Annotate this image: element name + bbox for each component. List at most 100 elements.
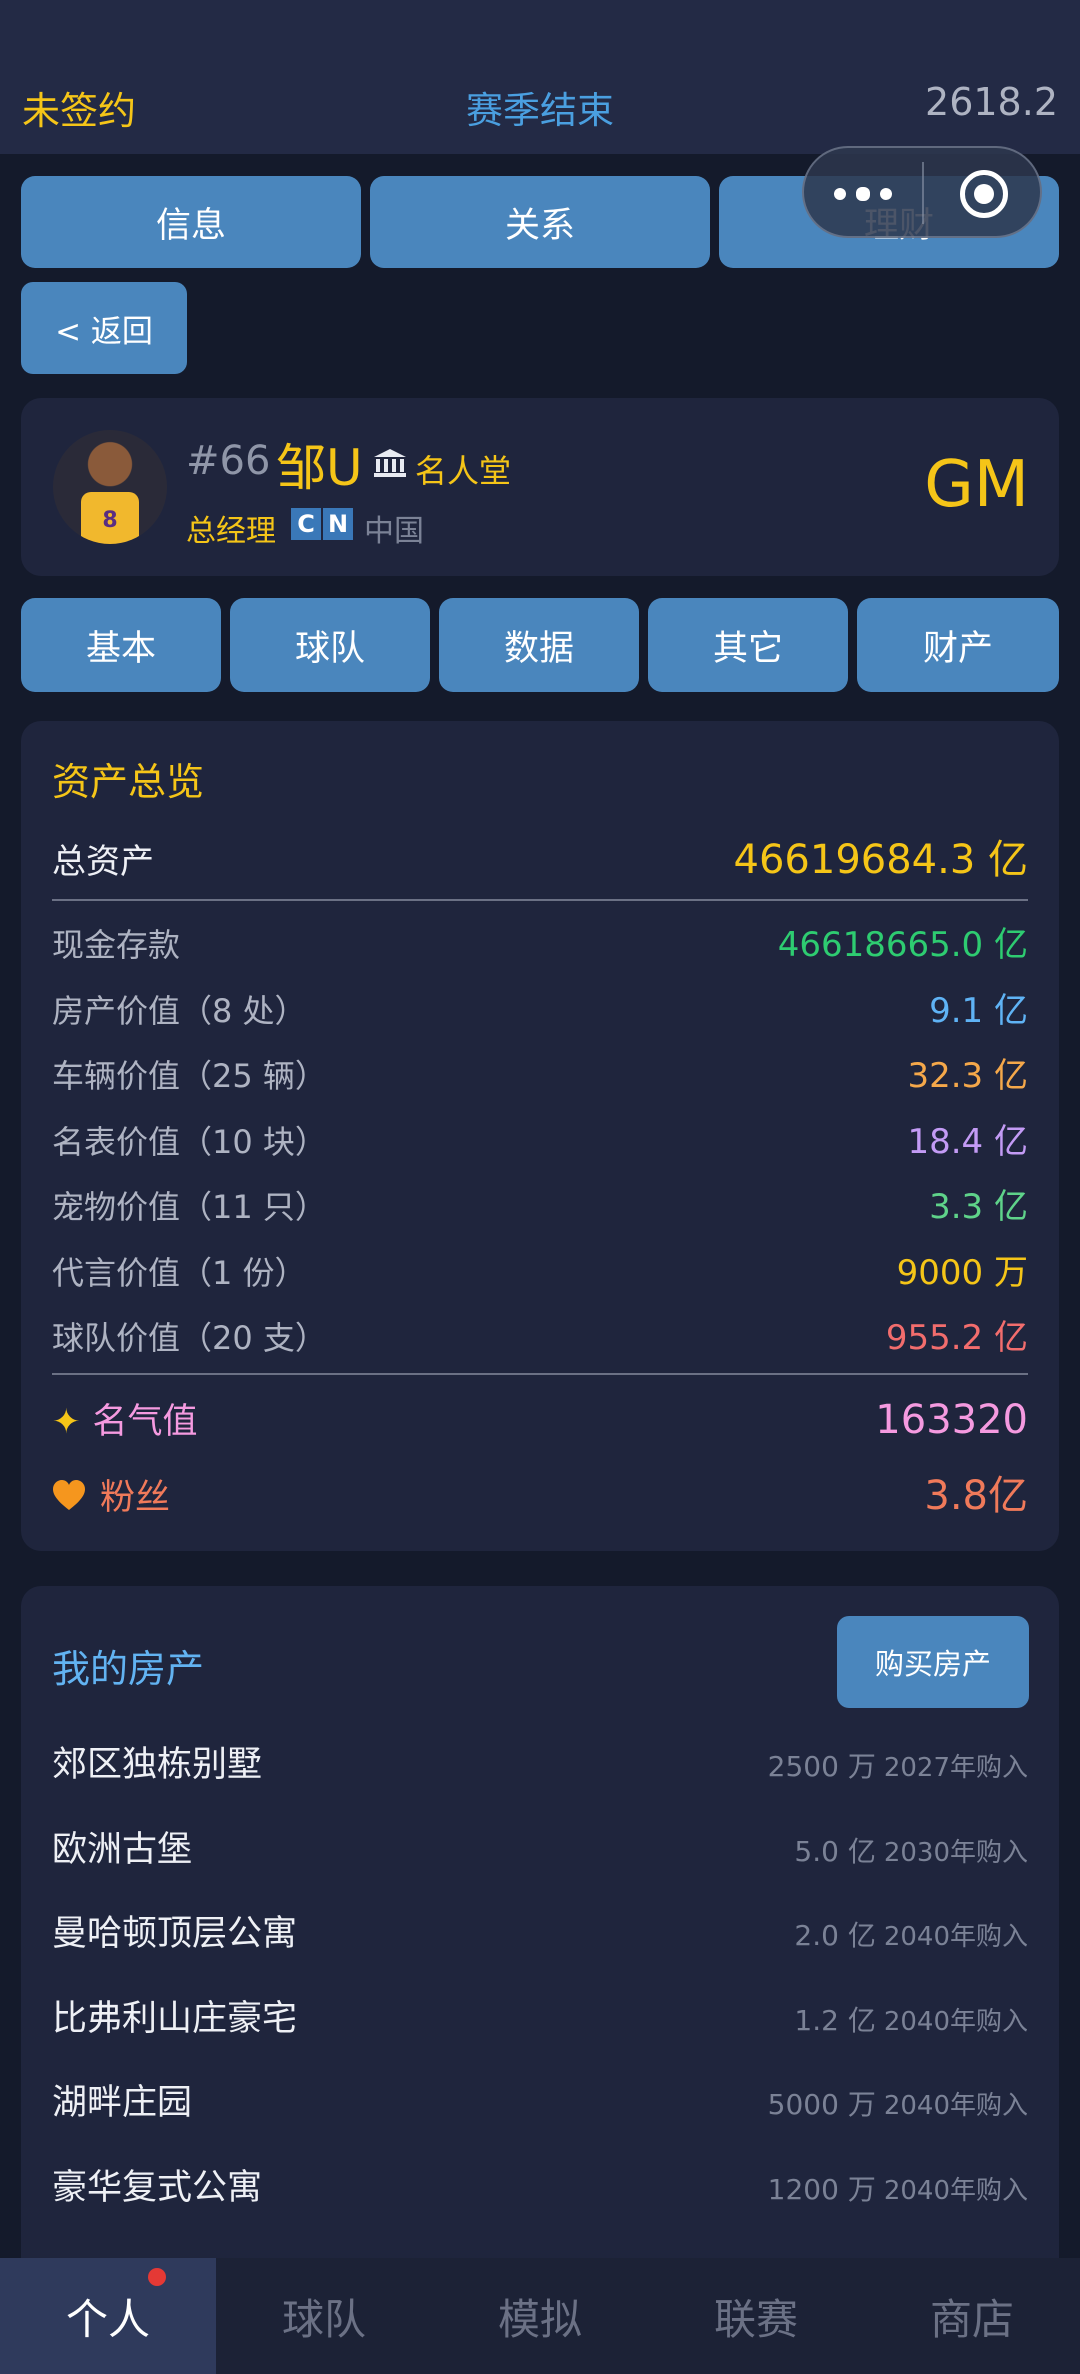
fans-label-wrap: 粉丝	[52, 1469, 170, 1520]
property-row[interactable]: 欧洲古堡 5.0 亿 2030年购入	[52, 1821, 1028, 1872]
total-assets-label: 总资产	[52, 842, 154, 882]
nav-simulate[interactable]: 模拟	[432, 2258, 648, 2374]
property-year: 2040年购入	[883, 2091, 1028, 2122]
tab-info[interactable]: 信息	[21, 176, 361, 268]
fame-value: 163320	[875, 1397, 1028, 1443]
property-price: 1200 万	[767, 2173, 876, 2206]
asset-row: 车辆价值（25 辆） 32.3 亿	[52, 1048, 1028, 1097]
asset-row: 名表价值（10 块） 18.4 亿	[52, 1114, 1028, 1163]
balance-value: 2618.2	[925, 80, 1058, 124]
assets-title: 资产总览	[52, 760, 205, 804]
sparkle-icon: ✦	[52, 1402, 81, 1442]
fans-value: 3.8亿	[924, 1473, 1028, 1519]
property-row[interactable]: 曼哈顿顶层公寓 2.0 亿 2040年购入	[52, 1905, 1028, 1956]
property-price: 2500 万	[767, 1750, 876, 1783]
flag-letter: C	[291, 508, 321, 540]
tab-basic[interactable]: 基本	[21, 598, 221, 692]
property-year: 2030年购入	[883, 1837, 1028, 1868]
properties-card: 我的房产 购买房产 郊区独栋别墅 2500 万 2027年购入 欧洲古堡 5.0 亿 20…	[21, 1586, 1059, 2374]
buy-property-button[interactable]: 购买房产	[837, 1616, 1029, 1708]
asset-value: 9.1 亿	[929, 990, 1028, 1031]
property-meta: 2500 万 2027年购入	[768, 1745, 1028, 1785]
tab-relations[interactable]: 关系	[370, 176, 710, 268]
property-name: 豪华复式公寓	[52, 2168, 263, 2208]
property-price: 5000 万	[767, 2088, 876, 2122]
nav-personal[interactable]: 个人	[0, 2258, 216, 2374]
asset-value: 32.3 亿	[907, 1056, 1028, 1096]
nav-label: 商店	[929, 2294, 1014, 2344]
property-meta: 2.0 亿 2040年购入	[794, 1914, 1028, 1954]
total-assets-row: 总资产 46619684.3 亿	[52, 827, 1028, 885]
asset-value: 955.2 亿	[885, 1318, 1028, 1358]
property-year: 2027年购入	[883, 1753, 1028, 1783]
property-row[interactable]: 湖畔庄园 5000 万 2040年购入	[52, 2074, 1028, 2125]
property-year: 2040年购入	[883, 2006, 1028, 2037]
asset-label: 车辆价值（25 辆）	[52, 1057, 327, 1095]
role-label: 总经理	[186, 514, 276, 549]
bottom-navigation: 个人 球队 模拟 联赛 商店	[0, 2258, 1080, 2374]
country-label: 中国	[364, 514, 424, 549]
season-status: 赛季结束	[466, 89, 614, 132]
asset-value: 46618665.0 亿	[777, 925, 1028, 965]
property-name: 比弗利山庄豪宅	[52, 1998, 298, 2039]
property-row[interactable]: 郊区独栋别墅 2500 万 2027年购入	[52, 1736, 1028, 1787]
jersey-number: 8	[102, 508, 118, 533]
nav-shop[interactable]: 商店	[864, 2258, 1080, 2374]
fame-label: 名气值	[92, 1402, 198, 1442]
divider	[52, 1373, 1028, 1375]
nav-league[interactable]: 联赛	[648, 2258, 864, 2374]
asset-label: 房产价值（8 处）	[52, 991, 307, 1030]
asset-label: 现金存款	[52, 926, 181, 964]
nav-team[interactable]: 球队	[216, 2258, 432, 2374]
asset-row: 球队价值（20 支） 955.2 亿	[52, 1310, 1028, 1359]
sub-tab-row: 基本 球队 数据 其它 财产	[21, 598, 1059, 692]
nav-label: 球队	[281, 2294, 366, 2344]
tab-data[interactable]: 数据	[439, 598, 639, 692]
property-name: 郊区独栋别墅	[52, 1745, 263, 1785]
fame-row: ✦ 名气值 163320	[52, 1393, 1028, 1444]
hall-of-fame-icon	[374, 449, 406, 477]
divider	[52, 899, 1028, 901]
nav-label: 模拟	[497, 2294, 582, 2344]
property-year: 2040年购入	[883, 2176, 1028, 2206]
more-icon[interactable]	[834, 176, 894, 212]
asset-label: 代言价值（1 份）	[52, 1253, 307, 1292]
property-name: 欧洲古堡	[52, 1829, 193, 1870]
assets-overview-card: 资产总览 总资产 46619684.3 亿 现金存款 46618665.0 亿房产…	[21, 721, 1059, 1551]
tab-other[interactable]: 其它	[648, 598, 848, 692]
back-button[interactable]: < 返回	[21, 282, 187, 374]
close-miniprogram-icon[interactable]	[960, 170, 1008, 218]
property-meta: 1.2 亿 2040年购入	[794, 1999, 1028, 2039]
property-meta: 5000 万 2040年购入	[768, 2083, 1028, 2123]
asset-row: 房产价值（8 处） 9.1 亿	[52, 983, 1028, 1032]
properties-title: 我的房产	[52, 1647, 205, 1691]
mini-program-capsule	[802, 146, 1042, 238]
asset-row: 现金存款 46618665.0 亿	[52, 917, 1028, 966]
asset-value: 3.3 亿	[929, 1187, 1028, 1227]
asset-value: 18.4 亿	[907, 1121, 1028, 1162]
property-price: 2.0 亿	[794, 1919, 876, 1953]
notification-dot	[148, 2268, 166, 2286]
property-meta: 1200 万 2040年购入	[768, 2168, 1028, 2208]
property-row[interactable]: 豪华复式公寓 1200 万 2040年购入	[52, 2159, 1028, 2210]
total-assets-value: 46619684.3 亿	[733, 837, 1028, 883]
property-name: 曼哈顿顶层公寓	[52, 1914, 298, 1955]
asset-label: 宠物价值（11 只）	[52, 1188, 327, 1226]
property-price: 1.2 亿	[794, 2003, 876, 2037]
country-flag-badge: C N	[291, 508, 353, 540]
property-name: 湖畔庄园	[52, 2083, 193, 2124]
asset-label: 名表价值（10 块）	[52, 1122, 327, 1161]
fame-label-wrap: ✦ 名气值	[52, 1393, 198, 1444]
fans-label: 粉丝	[100, 1478, 171, 1518]
profile-card: 8 #66 邹U 名人堂 总经理 C N 中国 GM	[21, 398, 1059, 576]
tab-property[interactable]: 财产	[857, 598, 1059, 692]
property-meta: 5.0 亿 2030年购入	[794, 1830, 1028, 1870]
property-price: 5.0 亿	[794, 1834, 876, 1868]
tab-team[interactable]: 球队	[230, 598, 430, 692]
nav-label: 联赛	[713, 2294, 798, 2344]
gm-badge: GM	[924, 448, 1029, 522]
capsule-divider	[922, 162, 924, 224]
avatar[interactable]: 8	[53, 430, 167, 544]
fans-row: 粉丝 3.8亿	[52, 1463, 1028, 1521]
property-row[interactable]: 比弗利山庄豪宅 1.2 亿 2040年购入	[52, 1990, 1028, 2041]
